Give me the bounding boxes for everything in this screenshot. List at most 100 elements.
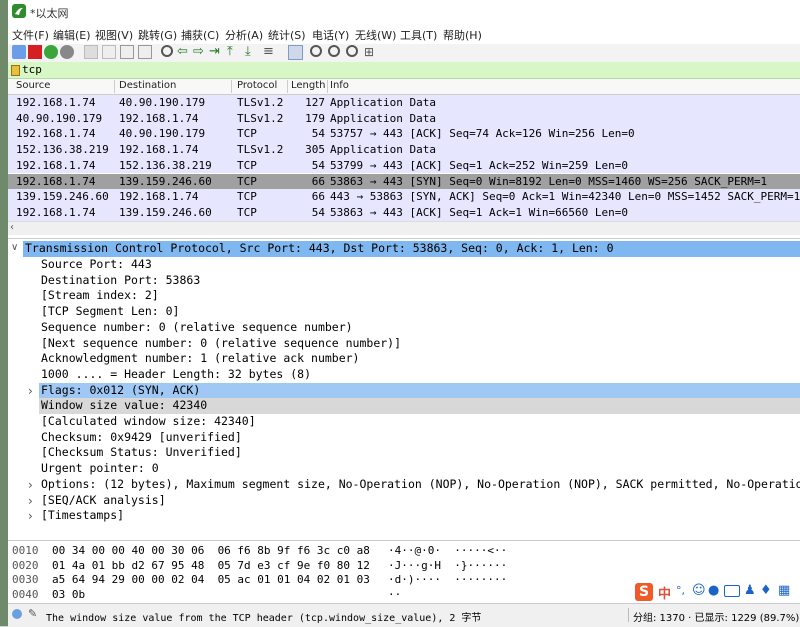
start-capture-icon[interactable] — [12, 45, 26, 59]
tcp-field[interactable]: Destination Port: 53863 — [39, 273, 200, 289]
menu-file[interactable]: 文件(F) — [12, 27, 49, 43]
tcp-field[interactable]: Source Port: 443 — [39, 257, 152, 273]
close-file-icon[interactable] — [120, 45, 134, 59]
menu-telephony[interactable]: 电话(Y) — [312, 27, 349, 43]
go-back-icon[interactable]: ⇦ — [177, 45, 191, 59]
packet-row[interactable]: 192.168.1.74 139.159.246.60 TCP 66 53863 → 4… — [8, 173, 800, 190]
hex-ascii[interactable]: ·4··@·0· ·····<·· — [388, 544, 507, 557]
hex-ascii[interactable]: ·J···g·H ·}······ — [388, 559, 507, 572]
tcp-field[interactable]: Flags: 0x012 (SYN, ACK) — [39, 382, 800, 399]
first-packet-icon[interactable]: ⤒ — [227, 45, 241, 59]
menu-wireless[interactable]: 无线(W) — [355, 27, 396, 43]
packet-list-hscrollbar[interactable]: ‹ — [8, 221, 800, 235]
ime-mode-label[interactable]: 中 — [658, 583, 671, 602]
tcp-field[interactable]: 1000 .... = Header Length: 32 bytes (8) — [39, 367, 311, 383]
expand-caret-icon[interactable]: › — [28, 384, 33, 398]
col-destination[interactable]: Destination — [119, 80, 232, 93]
col-info[interactable]: Info — [330, 80, 790, 93]
packet-info: 443 → 53863 [SYN, ACK] Seq=0 Ack=1 Win=4… — [330, 190, 800, 204]
packet-source: 192.168.1.74 — [16, 127, 96, 141]
tcp-field[interactable]: Options: (12 bytes), Maximum segment siz… — [39, 477, 800, 493]
autoscroll-icon[interactable]: ≡ — [263, 45, 277, 59]
menu-help[interactable]: 帮助(H) — [443, 27, 482, 43]
packet-source: 40.90.190.179 — [16, 111, 103, 125]
col-length[interactable]: Length — [291, 80, 328, 93]
bookmark-icon[interactable] — [11, 65, 20, 76]
hex-offset[interactable]: 0020 — [12, 559, 39, 572]
last-packet-icon[interactable]: ⤓ — [245, 45, 259, 59]
tcp-field[interactable]: Acknowledgment number: 1 (relative ack n… — [39, 351, 360, 367]
emoji-icon[interactable]: ☺ — [692, 583, 706, 598]
menu-capture[interactable]: 捕获(C) — [181, 27, 219, 43]
expand-caret-icon[interactable]: › — [28, 478, 33, 492]
menu-tools[interactable]: 工具(T) — [400, 27, 437, 43]
menu-view[interactable]: 视图(V) — [95, 27, 133, 43]
menu-edit[interactable]: 编辑(E) — [53, 27, 91, 43]
hex-bytes[interactable]: 00 34 00 00 40 00 30 06 06 f6 8b 9f f6 3… — [52, 544, 370, 557]
reload-file-icon[interactable] — [138, 45, 152, 59]
tcp-field[interactable]: Sequence number: 0 (relative sequence nu… — [39, 320, 353, 336]
tcp-field[interactable]: [TCP Segment Len: 0] — [39, 304, 179, 320]
stop-capture-icon[interactable] — [28, 45, 42, 59]
toolbox-icon[interactable]: ▦ — [778, 583, 790, 598]
packet-info: 53863 → 443 [SYN] Seq=0 Win=8192 Len=0 M… — [330, 174, 768, 188]
menu-statistics[interactable]: 统计(S) — [268, 27, 306, 43]
capture-status-icon[interactable] — [12, 609, 22, 619]
punctuation-icon[interactable]: °, — [676, 584, 685, 597]
tcp-field[interactable]: [Calculated window size: 42340] — [39, 414, 256, 430]
col-source[interactable]: Source — [16, 80, 115, 93]
packet-row[interactable]: 192.168.1.74 40.90.190.179 TLSv1.2 127 Appli… — [8, 95, 800, 111]
hex-bytes[interactable]: 01 4a 01 bb d2 67 95 48 05 7d e3 cf 9e f… — [52, 559, 370, 572]
hex-ascii[interactable]: ·d·)···· ········ — [388, 573, 507, 586]
restart-capture-icon[interactable] — [44, 45, 58, 59]
tcp-field[interactable]: [Checksum Status: Unverified] — [39, 445, 242, 461]
hex-bytes[interactable]: 03 0b — [52, 588, 85, 601]
capture-options-icon[interactable] — [60, 45, 74, 59]
edit-comment-icon[interactable]: ✎ — [28, 607, 37, 620]
packet-row[interactable]: 192.168.1.74 152.136.38.219 TCP 54 53799 → 4… — [8, 157, 800, 174]
collapse-caret-icon[interactable]: ∨ — [11, 242, 18, 253]
col-protocol[interactable]: Protocol — [237, 80, 288, 93]
tcp-field[interactable]: Urgent pointer: 0 — [39, 461, 159, 477]
save-file-icon[interactable] — [102, 45, 116, 59]
sogou-logo-icon[interactable]: S — [635, 583, 653, 601]
go-forward-icon[interactable]: ⇨ — [193, 45, 207, 59]
packet-row[interactable]: 152.136.38.219 192.168.1.74 TLSv1.2 305 Appl… — [8, 142, 800, 158]
resize-columns-icon[interactable]: ⊞ — [364, 45, 378, 59]
menu-analyze[interactable]: 分析(A) — [225, 27, 263, 43]
display-filter-bar[interactable]: tcp — [8, 62, 800, 79]
hex-offset[interactable]: 0030 — [12, 573, 39, 586]
expand-caret-icon[interactable]: › — [28, 509, 33, 523]
tcp-field[interactable]: [Stream index: 2] — [39, 288, 159, 304]
find-packet-icon[interactable] — [161, 45, 173, 57]
tcp-field[interactable]: Checksum: 0x9429 [unverified] — [39, 430, 242, 446]
hex-ascii[interactable]: ·· — [388, 588, 401, 601]
packet-row[interactable]: 192.168.1.74 139.159.246.60 TCP 54 53863 → 4… — [8, 204, 800, 221]
expand-caret-icon[interactable]: › — [28, 494, 33, 508]
scroll-left-icon[interactable]: ‹ — [10, 222, 14, 233]
keyboard-icon[interactable] — [724, 585, 740, 597]
voice-icon[interactable]: ● — [708, 583, 719, 598]
hex-offset[interactable]: 0040 — [12, 588, 39, 601]
normal-size-icon[interactable] — [346, 45, 358, 57]
packet-row[interactable]: 192.168.1.74 40.90.190.179 TCP 54 53757 → 44… — [8, 126, 800, 143]
go-to-packet-icon[interactable]: ⇥ — [209, 45, 223, 59]
display-filter-input[interactable]: tcp — [22, 63, 42, 76]
tcp-field[interactable]: Window size value: 42340 — [39, 398, 800, 414]
tcp-field[interactable]: [Timestamps] — [39, 508, 124, 524]
hex-bytes[interactable]: a5 64 94 29 00 00 02 04 05 ac 01 01 04 0… — [52, 573, 370, 586]
tcp-field[interactable]: [Next sequence number: 0 (relative seque… — [39, 336, 401, 352]
user-icon[interactable]: ♟ — [744, 583, 756, 598]
tcp-tree-header[interactable]: Transmission Control Protocol, Src Port:… — [23, 241, 800, 257]
ime-toolbar[interactable]: S 中 °, ☺ ● ♟ ♦ ▦ — [632, 581, 800, 603]
colorize-icon[interactable] — [288, 45, 303, 60]
menu-go[interactable]: 跳转(G) — [138, 27, 177, 43]
zoom-in-icon[interactable] — [310, 45, 322, 57]
tcp-field[interactable]: [SEQ/ACK analysis] — [39, 493, 166, 509]
open-file-icon[interactable] — [84, 45, 98, 59]
skin-icon[interactable]: ♦ — [760, 583, 772, 598]
hex-offset[interactable]: 0010 — [12, 544, 39, 557]
zoom-out-icon[interactable] — [328, 45, 340, 57]
packet-row[interactable]: 40.90.190.179 192.168.1.74 TLSv1.2 179 Appli… — [8, 110, 800, 127]
packet-row[interactable]: 139.159.246.60 192.168.1.74 TCP 66 443 → 538… — [8, 189, 800, 205]
